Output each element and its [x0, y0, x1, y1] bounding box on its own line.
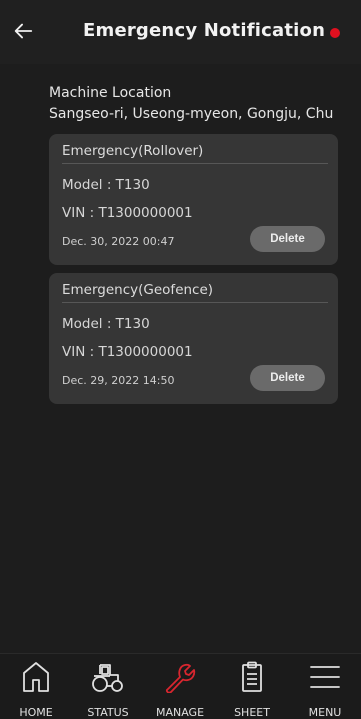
delete-button[interactable]: Delete	[250, 365, 325, 391]
app-screen: Emergency Notification Machine Location …	[0, 0, 361, 719]
nav-item-status[interactable]: STATUS	[72, 654, 144, 719]
notification-vin: VIN : T1300000001	[62, 344, 193, 360]
card-divider	[62, 302, 328, 303]
clipboard-icon	[242, 661, 262, 692]
notification-date: Dec. 29, 2022 14:50	[62, 374, 175, 387]
notification-vin: VIN : T1300000001	[62, 205, 193, 221]
bottom-navigation: HOME STATUS MANAGE SHEET MENU	[0, 653, 361, 719]
tractor-icon	[92, 664, 123, 692]
card-divider	[62, 163, 328, 164]
notification-model: Model : T130	[62, 316, 150, 332]
nav-item-home[interactable]: HOME	[0, 654, 72, 719]
notification-model: Model : T130	[62, 177, 150, 193]
nav-item-manage[interactable]: MANAGE	[144, 654, 216, 719]
status-dot	[330, 28, 340, 38]
header-bar: Emergency Notification	[0, 0, 361, 64]
nav-label: MANAGE	[155, 706, 205, 719]
wrench-icon	[165, 663, 196, 693]
notification-title: Emergency(Geofence)	[62, 282, 214, 298]
nav-item-sheet[interactable]: SHEET	[216, 654, 288, 719]
nav-label: SHEET	[234, 706, 270, 719]
home-icon	[23, 662, 49, 692]
nav-label: STATUS	[87, 706, 129, 719]
page-title: Emergency Notification	[83, 20, 326, 41]
notification-card[interactable]: Emergency(Rollover) Model : T130 VIN : T…	[49, 134, 338, 265]
machine-location-value: Sangseo-ri, Useong-myeon, Gongju, Chu	[49, 106, 343, 122]
hamburger-menu-icon	[310, 666, 340, 688]
notification-date: Dec. 30, 2022 00:47	[62, 235, 175, 248]
back-button[interactable]	[10, 18, 36, 44]
machine-location-label: Machine Location	[49, 85, 172, 101]
arrow-left-icon	[14, 23, 33, 39]
notification-title: Emergency(Rollover)	[62, 143, 204, 159]
nav-label: HOME	[19, 706, 53, 719]
delete-button[interactable]: Delete	[250, 226, 325, 252]
notification-card[interactable]: Emergency(Geofence) Model : T130 VIN : T…	[49, 273, 338, 404]
machine-location-text: Sangseo-ri, Useong-myeon, Gongju, Chu	[49, 106, 334, 122]
nav-item-menu[interactable]: MENU	[289, 654, 361, 719]
nav-label: MENU	[308, 706, 342, 719]
